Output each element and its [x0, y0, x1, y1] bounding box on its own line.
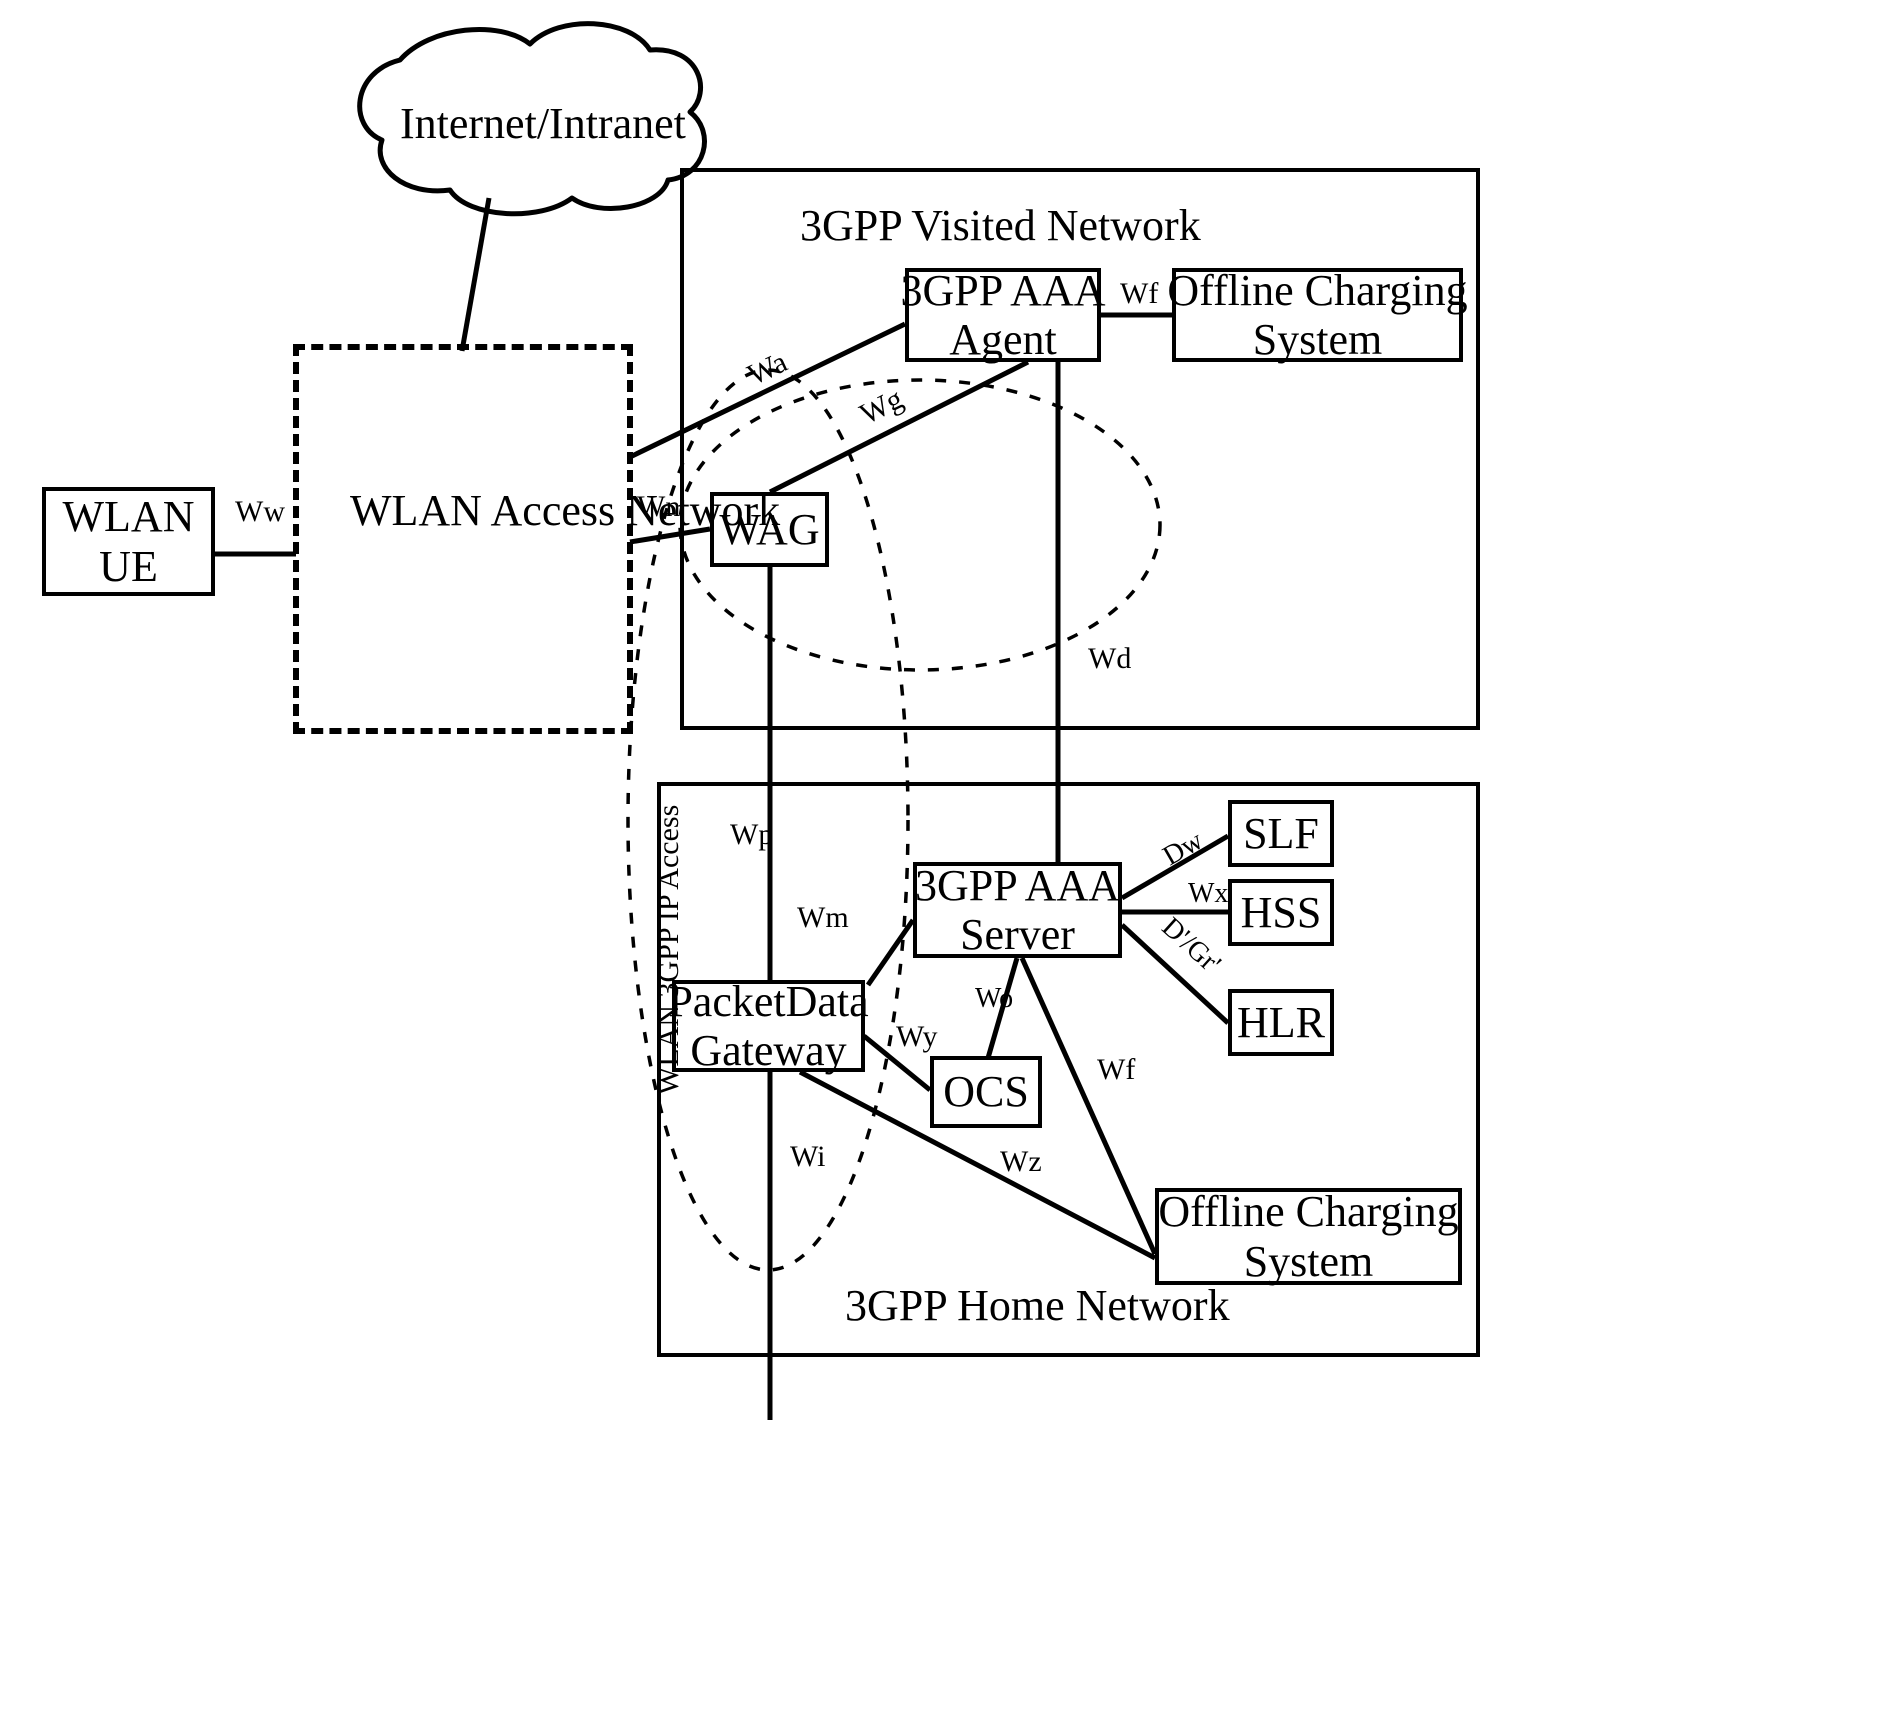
node-aaa-agent-line2: Agent [949, 315, 1057, 364]
node-ocs-label: OCS [943, 1067, 1029, 1117]
node-hlr-label: HLR [1237, 997, 1325, 1047]
wlan-access-label-line1: WLAN Access [350, 486, 616, 535]
node-aaa-agent-line1: 3GPP AAA [900, 265, 1106, 315]
edge-label-wn: Wn [637, 490, 681, 523]
edge-label-wf-visited: Wf [1120, 277, 1159, 310]
node-pdg-line1: PacketData [668, 976, 869, 1026]
node-wlan-ue[interactable]: WLAN UE [42, 487, 215, 596]
node-wlan-ue-line2: UE [99, 541, 158, 591]
node-hlr[interactable]: HLR [1228, 989, 1334, 1056]
node-3gpp-aaa-agent[interactable]: 3GPP AAA Agent [901, 266, 1106, 364]
edge-label-wp: Wp [730, 818, 774, 851]
edge-label-wy: Wy [896, 1020, 938, 1053]
edge-label-wo: Wo [975, 983, 1014, 1014]
node-ocs[interactable]: OCS [930, 1056, 1042, 1128]
node-wlan-ue-line1: WLAN [62, 492, 195, 542]
edge-label-wm: Wm [797, 901, 849, 934]
node-offline-charging-home-line2: System [1243, 1236, 1374, 1286]
node-aaa-server-line1: 3GPP AAA [915, 860, 1120, 910]
node-offline-charging-visited-line1: Offline Charging [1167, 265, 1468, 315]
edge-label-wx: Wx [1188, 878, 1229, 909]
node-offline-charging-home-line1: Offline Charging [1158, 1187, 1459, 1237]
node-offline-charging-visited-line2: System [1252, 315, 1383, 364]
region-title-wlan-access-network: WLAN Access Network [350, 485, 780, 538]
node-pdg-line2: Gateway [690, 1026, 847, 1075]
region-3gpp-visited-network [680, 168, 1480, 730]
region-title-visited-network: 3GPP Visited Network [800, 201, 1201, 250]
node-slf[interactable]: SLF [1228, 800, 1334, 867]
label-wlan-3gpp-ip-access: WLAN 3GPP IP Access [652, 804, 685, 1095]
node-hss[interactable]: HSS [1228, 879, 1334, 946]
node-slf-label: SLF [1243, 808, 1319, 858]
node-packet-data-gateway[interactable]: PacketData Gateway [668, 977, 868, 1075]
diagram-canvas: Internet/Intranet 3GPP Visited Network 3… [0, 0, 1897, 1721]
node-hss-label: HSS [1240, 887, 1322, 937]
region-title-home-network: 3GPP Home Network [845, 1281, 1230, 1330]
edge-label-wf-home: Wf [1097, 1053, 1136, 1086]
edge-label-wz: Wz [1000, 1145, 1042, 1178]
edge-label-wd: Wd [1088, 642, 1132, 675]
node-offline-charging-system-visited[interactable]: Offline Charging System [1167, 266, 1467, 364]
edge-label-ww: Ww [235, 495, 285, 528]
node-aaa-server-line2: Server [960, 910, 1075, 959]
edge-label-wi: Wi [790, 1140, 826, 1173]
region-wlan-access-network [293, 344, 633, 734]
edge-cloud-to-wlan-access [459, 197, 492, 352]
internet-cloud-label: Internet/Intranet [400, 99, 686, 148]
node-offline-charging-system-home[interactable]: Offline Charging System [1155, 1187, 1462, 1286]
node-3gpp-aaa-server[interactable]: 3GPP AAA Server [913, 860, 1122, 959]
